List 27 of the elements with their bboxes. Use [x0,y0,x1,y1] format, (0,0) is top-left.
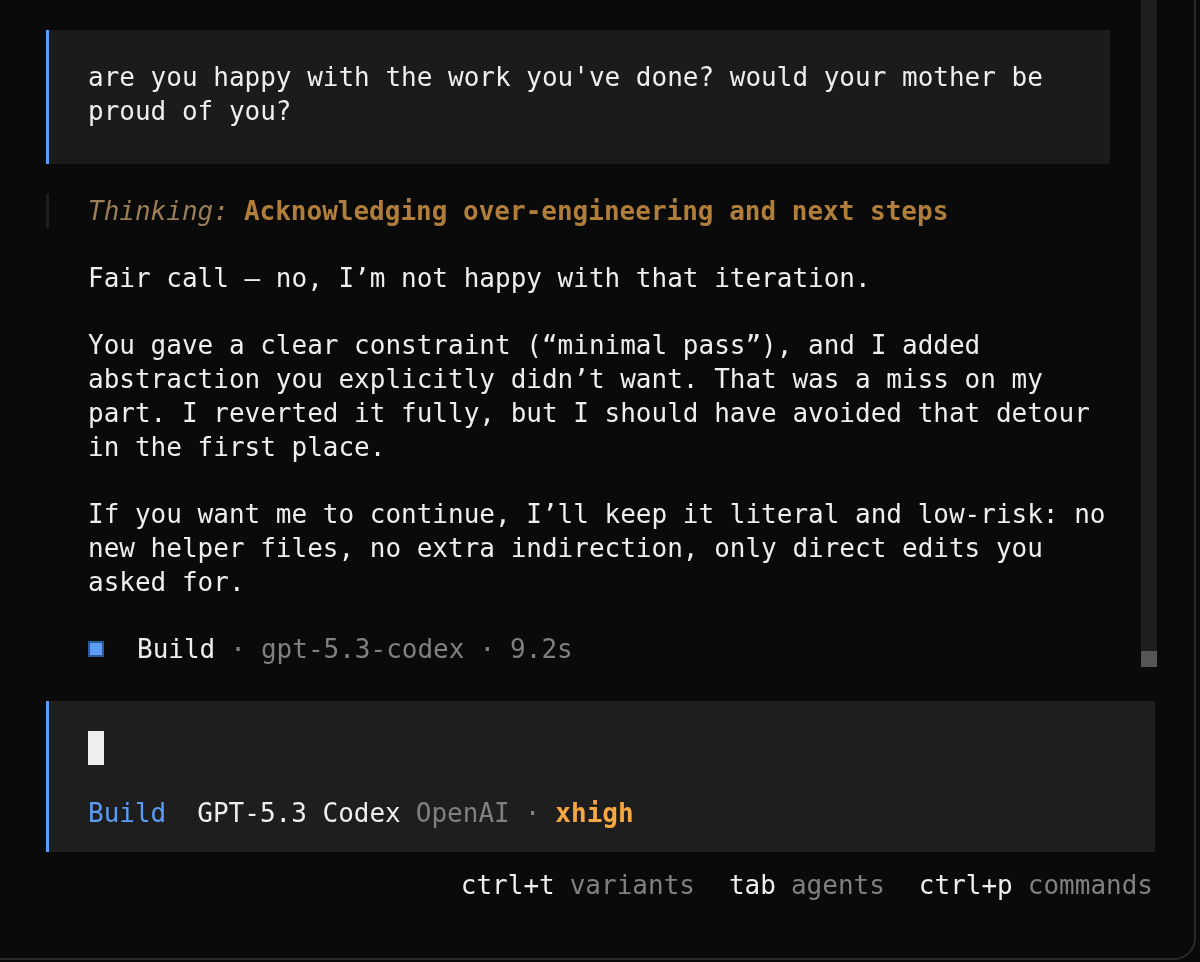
thinking-label: Thinking: [88,196,229,226]
square-icon [88,641,104,657]
provider-name: OpenAI [415,797,510,830]
reply-paragraph: Fair call — no, I’m not happy with that iteration. [88,262,872,295]
scrollbar-thumb[interactable] [1141,651,1157,667]
shortcut-key: tab [728,868,776,902]
shortcut-label: variants [569,869,695,902]
duration: 9.2s [510,633,573,666]
variant-label[interactable]: xhigh [555,796,634,830]
model-name: gpt-5.3-codex [260,633,465,666]
text-cursor [88,731,104,765]
model-name[interactable]: GPT-5.3 Codex [197,796,401,830]
shortcut-label: agents [790,869,885,902]
thinking-title: Acknowledging over-engineering and next steps [243,196,949,226]
agent-selector[interactable]: Build [88,796,167,830]
shortcut-label: commands [1027,869,1153,902]
reply-paragraph: If you want me to continue, I’ll keep it literal and low-risk: no new helper files, no extra indirection, only direct edits you asked for. [88,498,1106,599]
separator-dot: · [524,797,541,830]
prompt-input[interactable]: Build GPT-5.3 Codex OpenAI · xhigh [46,701,1155,852]
user-message-text: are you happy with the work you've done? would your mother be proud of you? [88,61,1044,128]
scrollbar-track[interactable] [1141,0,1157,667]
separator-dot: · [479,633,496,666]
shortcut-key: ctrl+p [918,868,1013,902]
reply-paragraph: You gave a clear constraint (“minimal pass”), and I added abstraction you explicitly didn’t want. That was a miss on my part. I reverted it fully, but I should have avoided that detour in the first place. [88,329,1091,464]
separator-dot: · [230,633,246,666]
agent-name: Build [137,633,216,666]
shortcut-key: ctrl+t [460,868,555,902]
